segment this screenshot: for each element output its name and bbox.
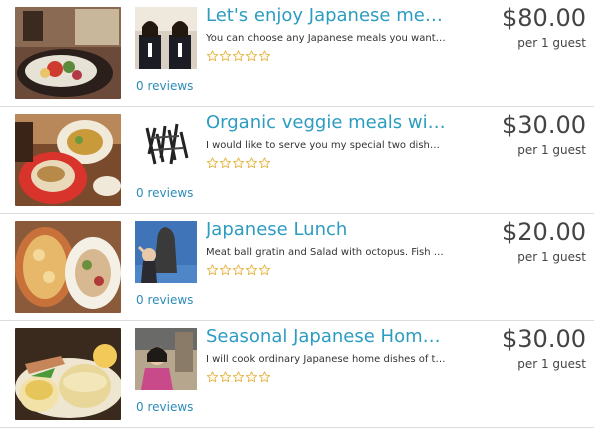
listing-description: Meat ball gratin and Salad with octopus.…	[206, 247, 446, 258]
listing-description: I will cook ordinary Japanese home dishe…	[206, 354, 446, 365]
listing-price: $80.00	[502, 4, 586, 32]
star-icon	[232, 157, 245, 169]
star-icon	[258, 264, 271, 276]
star-icon	[245, 157, 258, 169]
star-icon	[245, 371, 258, 383]
reviews-link[interactable]: 0 reviews	[136, 79, 193, 93]
listing-description: I would like to serve you my special two…	[206, 140, 446, 151]
listing-price: $30.00	[502, 325, 586, 353]
meal-photo[interactable]	[15, 328, 121, 420]
price-unit: per 1 guest	[517, 250, 586, 264]
price-unit: per 1 guest	[517, 36, 586, 50]
reviews-link[interactable]: 0 reviews	[136, 293, 193, 307]
rating-stars	[206, 48, 271, 62]
star-icon	[206, 50, 219, 62]
star-icon	[219, 264, 232, 276]
listing-title[interactable]: Japanese Lunch	[206, 217, 446, 243]
star-icon	[258, 157, 271, 169]
meal-photo[interactable]	[15, 221, 121, 313]
star-icon	[219, 371, 232, 383]
divider	[0, 427, 594, 428]
meal-photo[interactable]	[15, 114, 121, 206]
star-icon	[245, 50, 258, 62]
star-icon	[232, 371, 245, 383]
listing-price: $20.00	[502, 218, 586, 246]
host-photo[interactable]	[135, 7, 197, 69]
host-photo[interactable]	[135, 221, 197, 283]
listing-item[interactable]: 0 reviews Organic veggie meals with bi… …	[0, 107, 600, 214]
star-icon	[232, 264, 245, 276]
listing-price: $30.00	[502, 111, 586, 139]
listing-item[interactable]: 0 reviews Seasonal Japanese Home Co… I w…	[0, 321, 600, 428]
price-unit: per 1 guest	[517, 357, 586, 371]
star-icon	[219, 50, 232, 62]
star-icon	[219, 157, 232, 169]
star-icon	[245, 264, 258, 276]
reviews-link[interactable]: 0 reviews	[136, 186, 193, 200]
meal-photo[interactable]	[15, 7, 121, 99]
star-icon	[206, 264, 219, 276]
reviews-link[interactable]: 0 reviews	[136, 400, 193, 414]
star-icon	[232, 50, 245, 62]
rating-stars	[206, 369, 271, 383]
host-photo[interactable]	[135, 114, 197, 176]
listing-title[interactable]: Let's enjoy Japanese meals a…	[206, 3, 446, 29]
star-icon	[258, 50, 271, 62]
rating-stars	[206, 155, 271, 169]
host-photo[interactable]	[135, 328, 197, 390]
star-icon	[206, 371, 219, 383]
listing-description: You can choose any Japanese meals you wa…	[206, 33, 446, 44]
listing-item[interactable]: 0 reviews Japanese Lunch Meat ball grati…	[0, 214, 600, 321]
price-unit: per 1 guest	[517, 143, 586, 157]
star-icon	[206, 157, 219, 169]
rating-stars	[206, 262, 271, 276]
star-icon	[258, 371, 271, 383]
listing-title[interactable]: Seasonal Japanese Home Co…	[206, 324, 446, 350]
listing-item[interactable]: 0 reviews Let's enjoy Japanese meals a… …	[0, 0, 600, 107]
listing-title[interactable]: Organic veggie meals with bi…	[206, 110, 446, 136]
